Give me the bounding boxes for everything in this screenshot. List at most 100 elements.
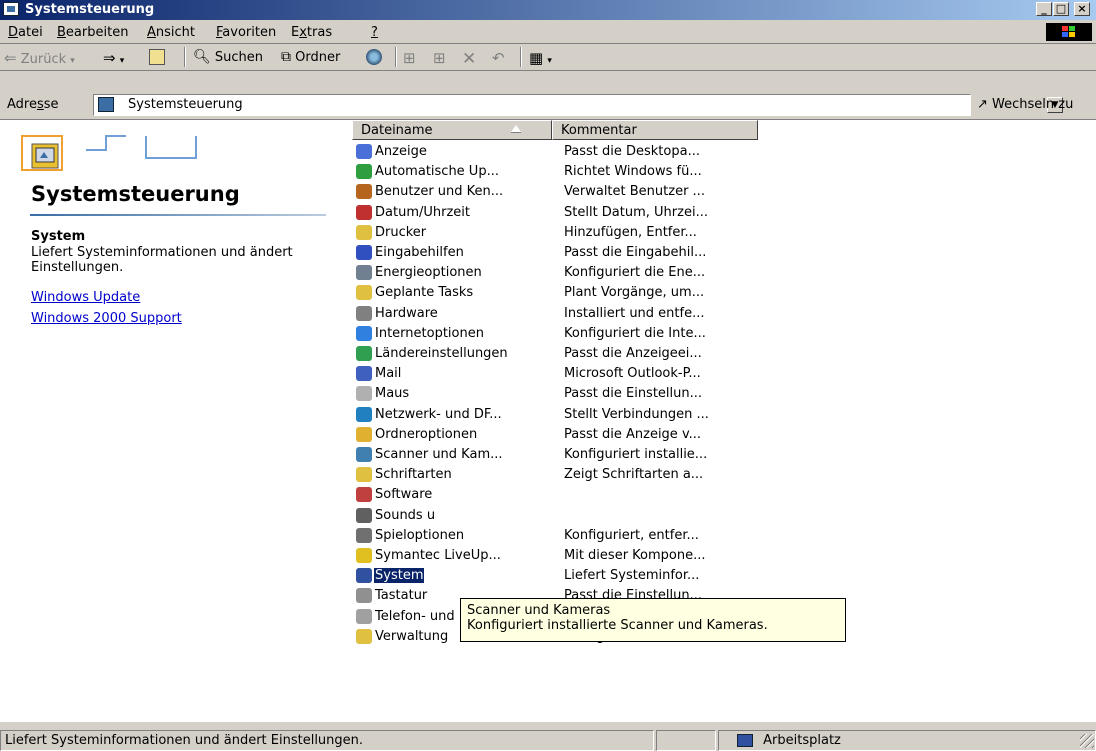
list-item-comment: Zeigt Schriftarten a... (564, 467, 704, 483)
liveupdate-icon (356, 548, 372, 563)
folders-icon: ⧉ (281, 49, 291, 65)
list-item-comment: Hinzufügen, Entfer... (564, 224, 697, 240)
mouse-icon (356, 386, 372, 402)
header-lines-graphic (86, 135, 197, 159)
list-item-name: Drucker (375, 224, 427, 240)
search-button[interactable]: 🔍︎ Suchen (193, 49, 263, 65)
toolbar-separator (395, 47, 397, 67)
list-item-name: Schriftarten (375, 467, 452, 483)
list-item-name: Anzeige (375, 144, 427, 159)
windows-update-link[interactable]: Windows Update (31, 290, 140, 305)
title-bar[interactable]: Systemsteuerung _ □ × (0, 0, 1096, 20)
window-title: Systemsteuerung (25, 2, 155, 17)
page-title: Systemsteuerung (31, 182, 240, 206)
folders-button[interactable]: ⧉ Ordner (281, 49, 340, 65)
minimize-button[interactable]: _ (1036, 2, 1052, 16)
menu-bearbeiten[interactable]: Bearbeiten (57, 25, 128, 40)
status-bar: Liefert Systeminformationen und ändert E… (0, 730, 1096, 751)
delete-button[interactable]: ✕ (462, 49, 476, 69)
list-item-comment: Passt die Eingabehil... (564, 245, 707, 260)
up-folder-button[interactable] (149, 49, 165, 65)
forward-button[interactable]: ⇒ ▾ (103, 49, 124, 67)
windows-2000-support-link[interactable]: Windows 2000 Support (31, 311, 182, 326)
accessibility-icon (356, 245, 372, 260)
mail-icon (356, 366, 372, 382)
list-item-name: Geplante Tasks (375, 285, 474, 301)
list-item-name: Eingabehilfen (375, 245, 464, 260)
list-item-name: Ordneroptionen (375, 426, 478, 442)
copy-to-button[interactable]: ⊞ (433, 49, 446, 67)
close-button[interactable]: × (1074, 2, 1090, 16)
undo-button[interactable]: ↶ (492, 49, 505, 67)
menu-favoriten[interactable]: Favoriten (216, 25, 276, 40)
history-icon (366, 49, 382, 65)
list-item-name: Software (375, 487, 433, 503)
column-header-name[interactable]: Dateiname (352, 120, 552, 140)
menu-extras[interactable]: Extras (291, 25, 332, 40)
list-item-comment: Installiert und entfe... (564, 305, 705, 321)
delete-icon: ✕ (462, 49, 477, 69)
address-field[interactable]: Systemsteuerung ▼ (93, 94, 1063, 116)
control-panel-icon (98, 97, 114, 112)
list-item-comment: Plant Vorgänge, um... (564, 285, 705, 301)
globe-icon (356, 346, 372, 361)
search-icon: 🔍︎ (193, 49, 211, 65)
list-item-comment: Mit dieser Kompone... (564, 548, 706, 563)
undo-icon: ↶ (492, 49, 505, 67)
display-icon (356, 144, 372, 159)
menu-bar: Datei Bearbeiten Ansicht Favoriten Extra… (0, 21, 1096, 44)
scanner-icon (356, 447, 372, 462)
list-item-name: Maus (375, 386, 410, 402)
list-item-comment: Konfiguriert, entfer... (564, 527, 699, 543)
forward-arrow-icon: ⇒ (103, 49, 116, 67)
list-item-comment: Konfiguriert die Inte... (564, 325, 706, 341)
list-item-comment: Stellt Verbindungen ... (564, 406, 709, 422)
selected-item-name: System (31, 229, 86, 244)
list-item-name: Datum/Uhrzeit (375, 204, 470, 220)
menu-ansicht[interactable]: Ansicht (147, 25, 195, 40)
printer-folder-icon (356, 224, 372, 240)
keyboard-icon (356, 588, 372, 604)
folder-options-icon (356, 426, 372, 442)
modem-icon (356, 608, 372, 624)
views-button[interactable]: ▦ ▾ (529, 49, 552, 67)
status-zone: Arbeitsplatz (718, 730, 1096, 751)
hardware-icon (356, 305, 372, 321)
status-panel-empty (656, 730, 716, 751)
list-item-comment: Passt die Anzeigeei... (564, 346, 702, 361)
chevron-down-icon: ▾ (547, 56, 552, 66)
list-item-name: Benutzer und Ken... (375, 184, 504, 200)
control-panel-icon[interactable] (3, 2, 19, 16)
resize-grip[interactable] (1080, 734, 1094, 748)
internet-icon (356, 325, 372, 341)
views-icon: ▦ (529, 49, 544, 67)
admin-tools-icon (356, 628, 372, 644)
list-item-comment: Stellt Datum, Uhrzei... (564, 204, 708, 220)
list-item-name: Internetoptionen (375, 325, 484, 341)
windows-update-icon (356, 164, 372, 180)
go-button[interactable]: ↗ Wechseln zu (977, 97, 1073, 112)
list-item-name: Sounds u (375, 507, 436, 523)
list-item-name: Hardware (375, 305, 438, 321)
title-divider (30, 214, 326, 216)
column-header-comment[interactable]: Kommentar (552, 120, 758, 140)
back-button[interactable]: ⇐ Zurück ▾ (4, 49, 75, 67)
list-item-name: Ländereinstellungen (375, 346, 508, 361)
control-panel-icon (20, 134, 72, 176)
fonts-icon (356, 467, 372, 483)
list-item-name: Symantec LiveUp... (375, 548, 501, 563)
back-arrow-icon: ⇐ (4, 49, 17, 67)
move-to-icon: ⊞ (403, 49, 416, 67)
tooltip: Scanner und Kameras Konfiguriert install… (460, 598, 846, 642)
move-to-button[interactable]: ⊞ (403, 49, 416, 67)
toolbar: ⇐ Zurück ▾ ⇒ ▾ 🔍︎ Suchen ⧉ Ordner ⊞ ⊞ ✕ … (0, 44, 1096, 71)
history-button[interactable] (366, 49, 382, 65)
maximize-button[interactable]: □ (1053, 2, 1069, 16)
list-item-name: Energieoptionen (375, 265, 482, 281)
list-item-name: Spieloptionen (375, 527, 465, 543)
gamepad-icon (356, 527, 372, 543)
list-item-name: Automatische Up... (375, 164, 499, 180)
tooltip-title: Scanner und Kameras (467, 603, 611, 618)
menu-help[interactable]: ? (371, 25, 378, 40)
menu-datei[interactable]: Datei (8, 25, 43, 40)
